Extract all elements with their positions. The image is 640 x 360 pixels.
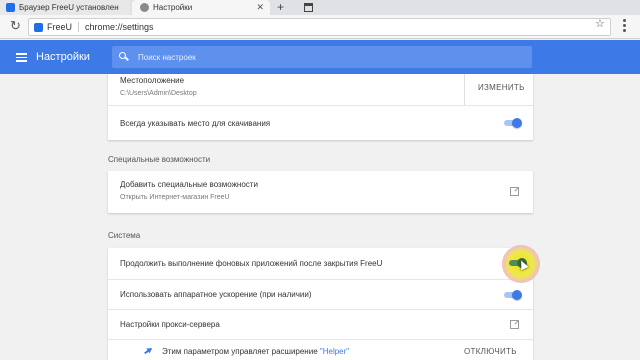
open-webstore-sublabel: Открыть Интернет-магазин FreeU [120,194,230,201]
hamburger-menu-icon[interactable] [16,53,27,62]
search-input[interactable] [138,52,498,62]
change-location-button[interactable]: ИЗМЕНИТЬ [478,83,525,92]
settings-header: Настройки [0,40,640,74]
ask-download-location-label: Всегда указывать место для скачивания [120,119,271,128]
background-apps-label: Продолжить выполнение фоновых приложений… [120,259,383,268]
add-accessibility-label: Добавить специальные возможности [120,180,258,189]
close-tab-icon[interactable]: ✕ [256,2,264,13]
reload-icon[interactable]: ↻ [10,18,21,34]
hardware-acceleration-label: Использовать аппаратное ускорение (при н… [120,290,312,299]
ask-download-location-toggle[interactable] [502,118,522,128]
divider [464,74,465,105]
extension-name-link[interactable]: "Helper" [320,347,349,356]
external-link-icon[interactable] [510,320,519,329]
freeu-favicon-icon [6,3,15,12]
extension-control-row: Этим параметром управляет расширение "He… [108,339,533,360]
add-accessibility-row[interactable]: Добавить специальные возможности Открыть… [108,171,533,213]
location-label: Местоположение [120,76,185,85]
settings-search[interactable] [112,46,532,68]
tab-strip: Браузер FreeU установлен Настройки ✕ + [0,0,640,15]
window-restore-icon[interactable] [304,3,313,12]
page-title: Настройки [36,51,90,63]
search-icon [119,52,129,62]
accessibility-card: Добавить специальные возможности Открыть… [108,171,533,213]
tab-title: Настройки [153,3,193,12]
more-menu-icon[interactable] [621,19,627,34]
settings-gear-icon [140,3,149,12]
ask-download-location-row[interactable]: Всегда указывать место для скачивания [108,105,533,140]
address-bar[interactable]: FreeU chrome://settings [28,18,611,36]
location-row: Местоположение C:\Users\Admin\Desktop ИЗ… [108,74,533,105]
extension-puzzle-icon [144,347,154,355]
location-path: C:\Users\Admin\Desktop [120,90,197,97]
site-label: FreeU [47,22,80,32]
tab-freeu-installed[interactable]: Браузер FreeU установлен [0,0,130,15]
browser-toolbar: ↻ FreeU chrome://settings ☆ [0,15,640,39]
proxy-settings-row[interactable]: Настройки прокси-сервера [108,309,533,339]
bookmark-star-icon[interactable]: ☆ [595,17,605,30]
system-card: Продолжить выполнение фоновых приложений… [108,248,533,360]
downloads-card: Местоположение C:\Users\Admin\Desktop ИЗ… [108,74,533,140]
background-apps-row[interactable]: Продолжить выполнение фоновых приложений… [108,248,533,279]
disable-extension-button[interactable]: ОТКЛЮЧИТЬ [464,347,517,356]
extension-notice: Этим параметром управляет расширение "He… [162,347,349,356]
freeu-favicon-icon [34,22,43,32]
hardware-acceleration-row[interactable]: Использовать аппаратное ускорение (при н… [108,279,533,309]
tab-title: Браузер FreeU установлен [19,3,119,12]
section-title-accessibility: Специальные возможности [108,155,211,164]
url-text[interactable]: chrome://settings [85,22,154,32]
external-link-icon[interactable] [510,187,519,196]
section-title-system: Система [108,231,141,240]
extension-notice-text: Этим параметром управляет расширение [162,347,320,356]
proxy-settings-label: Настройки прокси-сервера [120,320,220,329]
tab-settings[interactable]: Настройки ✕ [132,0,270,15]
new-tab-button[interactable]: + [277,1,284,13]
settings-content: Местоположение C:\Users\Admin\Desktop ИЗ… [0,74,640,360]
hardware-acceleration-toggle[interactable] [502,290,522,300]
